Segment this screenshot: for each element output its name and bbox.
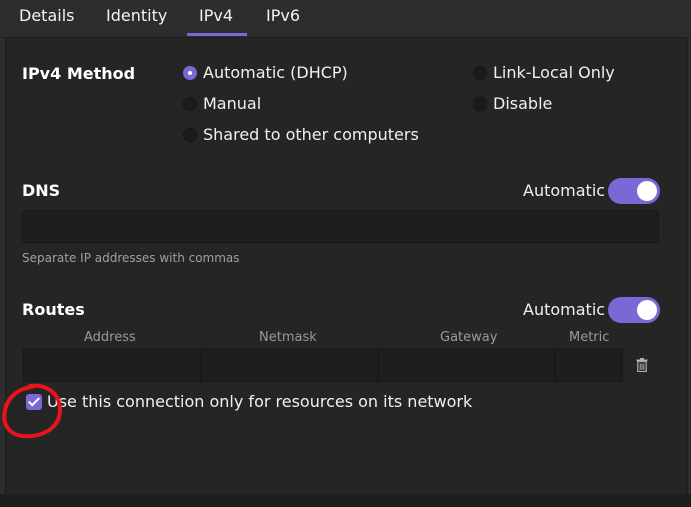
tab-ipv6[interactable]: IPv6 bbox=[266, 6, 300, 25]
radio-button[interactable] bbox=[473, 65, 487, 80]
radio-button[interactable] bbox=[473, 96, 487, 111]
ipv4-settings-panel bbox=[5, 38, 688, 494]
route-address-input[interactable] bbox=[23, 348, 201, 382]
column-header-address: Address bbox=[84, 330, 136, 345]
radio-button[interactable] bbox=[183, 96, 197, 111]
tab-details[interactable]: Details bbox=[19, 6, 74, 25]
radio-label: Disable bbox=[493, 94, 553, 113]
radio-automatic-dhcp[interactable]: Automatic (DHCP) bbox=[183, 63, 348, 82]
tab-ipv4[interactable]: IPv4 bbox=[199, 6, 233, 25]
radio-manual[interactable]: Manual bbox=[183, 94, 261, 113]
routes-automatic-switch[interactable] bbox=[608, 297, 660, 323]
red-annotation-circle bbox=[2, 383, 63, 439]
route-metric-input[interactable] bbox=[555, 348, 623, 382]
routes-automatic-label: Automatic bbox=[523, 300, 606, 319]
resources-only-label: Use this connection only for resources o… bbox=[47, 392, 473, 411]
dns-hint: Separate IP addresses with commas bbox=[22, 251, 240, 265]
dns-automatic-switch[interactable] bbox=[608, 178, 660, 204]
radio-label: Manual bbox=[203, 94, 262, 113]
tab-identity[interactable]: Identity bbox=[106, 6, 167, 25]
switch-knob bbox=[637, 300, 657, 320]
ipv4-method-heading: IPv4 Method bbox=[22, 64, 136, 83]
resources-only-checkbox-row[interactable]: Use this connection only for resources o… bbox=[26, 392, 472, 411]
route-row bbox=[23, 348, 660, 382]
route-netmask-input[interactable] bbox=[201, 348, 378, 382]
radio-shared[interactable]: Shared to other computers bbox=[183, 125, 419, 144]
dns-input[interactable] bbox=[22, 210, 659, 243]
dns-automatic-label: Automatic bbox=[523, 181, 606, 200]
radio-link-local-only[interactable]: Link-Local Only bbox=[473, 63, 615, 82]
route-gateway-input[interactable] bbox=[378, 348, 555, 382]
active-tab-indicator bbox=[187, 33, 247, 36]
window-bottom-edge bbox=[0, 494, 691, 507]
routes-heading: Routes bbox=[22, 300, 85, 319]
tab-bar: Details Identity IPv4 IPv6 bbox=[0, 0, 691, 38]
trash-icon bbox=[636, 358, 647, 372]
column-header-netmask: Netmask bbox=[259, 330, 317, 345]
dns-heading: DNS bbox=[22, 181, 61, 200]
radio-disable[interactable]: Disable bbox=[473, 94, 552, 113]
delete-route-button[interactable] bbox=[623, 348, 660, 382]
radio-label: Automatic (DHCP) bbox=[203, 63, 348, 82]
radio-button[interactable] bbox=[183, 65, 197, 80]
radio-label: Shared to other computers bbox=[203, 125, 419, 144]
column-header-metric: Metric bbox=[569, 330, 610, 345]
radio-label: Link-Local Only bbox=[493, 63, 615, 82]
column-header-gateway: Gateway bbox=[440, 330, 498, 345]
radio-button[interactable] bbox=[183, 127, 197, 142]
switch-knob bbox=[637, 181, 657, 201]
